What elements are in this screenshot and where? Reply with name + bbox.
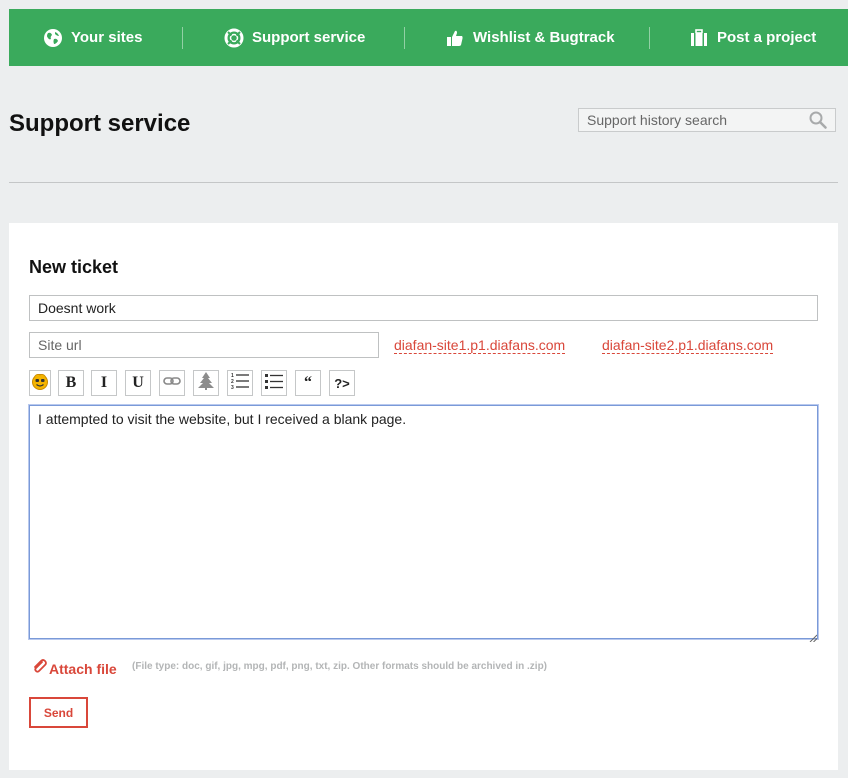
smiley-icon bbox=[31, 372, 49, 395]
top-navigation: Your sites Support service Wishlist & Bu… bbox=[9, 9, 848, 66]
link-icon bbox=[163, 374, 181, 392]
support-history-search bbox=[578, 108, 836, 132]
italic-button[interactable]: I bbox=[91, 370, 117, 396]
search-icon[interactable] bbox=[809, 111, 827, 129]
subject-field[interactable] bbox=[29, 295, 818, 321]
site-url-field[interactable] bbox=[29, 332, 379, 358]
header-divider bbox=[9, 182, 838, 183]
nav-wishlist-bugtrack[interactable]: Wishlist & Bugtrack bbox=[445, 9, 615, 66]
numbered-list-icon: 1 2 3 bbox=[230, 372, 250, 395]
site-link-2[interactable]: diafan-site2.p1.diafans.com bbox=[602, 337, 774, 354]
attach-file-button[interactable]: Attach file bbox=[31, 658, 117, 679]
nav-label: Your sites bbox=[71, 29, 143, 46]
underline-button[interactable]: U bbox=[125, 370, 151, 396]
link-button[interactable] bbox=[159, 370, 185, 396]
quote-button[interactable]: “ bbox=[295, 370, 321, 396]
search-input[interactable] bbox=[579, 109, 819, 131]
resize-grip-icon[interactable] bbox=[809, 629, 818, 643]
smiley-button[interactable] bbox=[29, 370, 51, 396]
bullet-list-button[interactable] bbox=[261, 370, 287, 396]
message-textarea[interactable] bbox=[29, 405, 818, 639]
paperclip-icon bbox=[31, 658, 47, 679]
tree-icon bbox=[196, 371, 216, 396]
nav-label: Support service bbox=[252, 29, 366, 46]
page: Your sites Support service Wishlist & Bu… bbox=[0, 0, 848, 778]
nav-divider bbox=[649, 27, 650, 49]
bullet-list-icon bbox=[264, 372, 284, 395]
nav-label: Post a project bbox=[717, 29, 817, 46]
briefcase-icon bbox=[689, 28, 709, 48]
globe-icon bbox=[43, 28, 63, 48]
nav-divider bbox=[404, 27, 405, 49]
image-button[interactable] bbox=[193, 370, 219, 396]
page-title: Support service bbox=[9, 110, 191, 137]
nav-post-project[interactable]: Post a project bbox=[689, 9, 816, 66]
attach-file-label: Attach file bbox=[49, 660, 117, 677]
nav-your-sites[interactable]: Your sites bbox=[43, 9, 142, 66]
nav-divider bbox=[182, 27, 183, 49]
bold-button[interactable]: B bbox=[58, 370, 84, 396]
lifebuoy-icon bbox=[224, 28, 244, 48]
send-button[interactable]: Send bbox=[29, 697, 88, 728]
nav-support-service[interactable]: Support service bbox=[224, 9, 365, 66]
new-ticket-form: New ticket diafan-site1.p1.diafans.com d… bbox=[9, 223, 838, 770]
numbered-list-button[interactable]: 1 2 3 bbox=[227, 370, 253, 396]
svg-text:3: 3 bbox=[231, 385, 234, 390]
thumbs-up-icon bbox=[445, 28, 465, 48]
site-link-1[interactable]: diafan-site1.p1.diafans.com bbox=[394, 337, 566, 354]
attach-file-note: (File type: doc, gif, jpg, mpg, pdf, png… bbox=[132, 661, 548, 672]
code-button[interactable]: ?> bbox=[329, 370, 355, 396]
nav-label: Wishlist & Bugtrack bbox=[473, 29, 615, 46]
form-title: New ticket bbox=[29, 257, 119, 277]
